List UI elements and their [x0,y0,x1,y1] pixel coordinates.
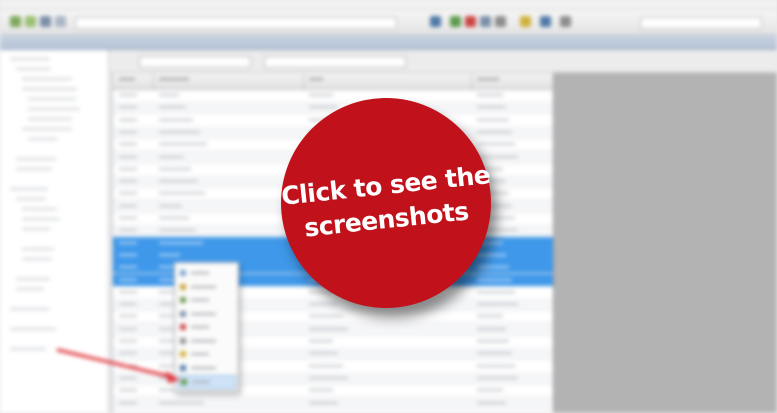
see-screenshots-button[interactable]: Click to see the screenshots [280,98,492,308]
